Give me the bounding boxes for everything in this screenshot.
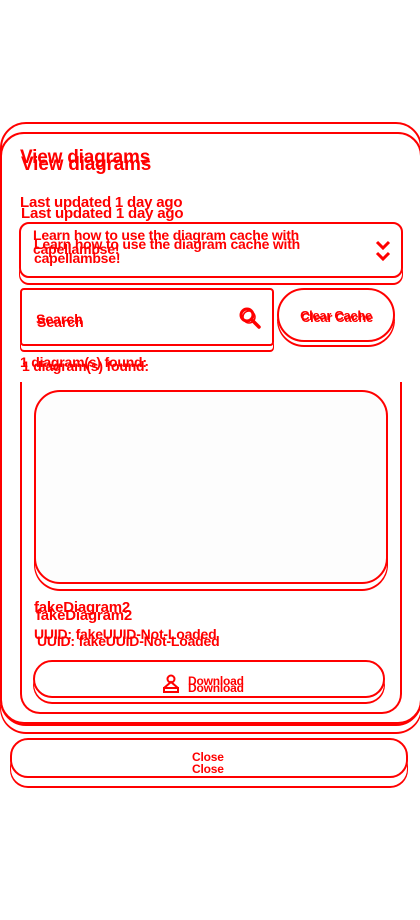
download-icon — [163, 674, 179, 693]
info-dropdown-label: Learn how to use the diagram cache with … — [33, 227, 300, 257]
last-updated-text: Last updated 1 day ago — [20, 194, 183, 211]
dialog-title: View diagrams — [20, 147, 151, 168]
diagram-name: fakeDiagram2 — [34, 599, 130, 616]
search-input[interactable] — [36, 308, 226, 330]
search-icon[interactable] — [238, 306, 262, 330]
diagram-preview[interactable] — [34, 390, 388, 584]
clear-cache-button[interactable]: Clear Cache — [277, 288, 395, 342]
chevron-down-icon[interactable] — [374, 238, 392, 264]
results-count: 1 diagram(s) found: — [20, 354, 147, 370]
download-label: Download — [188, 674, 244, 688]
close-label: Close — [192, 750, 224, 764]
diagram-uuid: UUID: fakeUUID-Not-Loaded — [34, 626, 217, 642]
